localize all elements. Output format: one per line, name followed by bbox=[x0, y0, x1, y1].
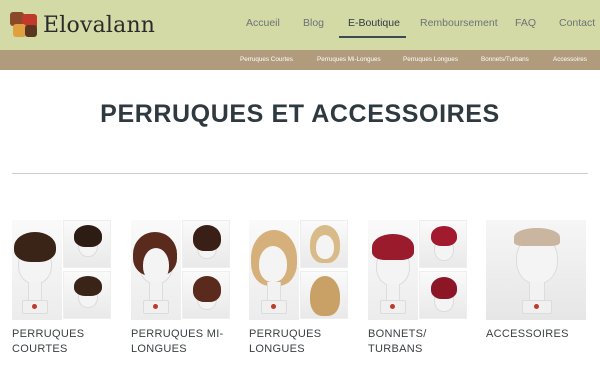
divider bbox=[12, 173, 588, 174]
main-nav: Accueil Blog E-Boutique Remboursement FA… bbox=[232, 0, 600, 50]
subnav-item-perruques-courtes[interactable]: Perruques Courtes bbox=[240, 56, 293, 63]
category-image-perruques-longues[interactable] bbox=[249, 220, 349, 320]
category-image-bonnets-turbans[interactable] bbox=[368, 220, 468, 320]
category-bonnets-turbans[interactable]: BONNETS/ TURBANS bbox=[368, 220, 470, 355]
subnav-item-accessoires[interactable]: Accessoires bbox=[553, 56, 587, 63]
nav-item-e-boutique[interactable]: E-Boutique bbox=[348, 17, 400, 29]
category-label[interactable]: PERRUQUES COURTES bbox=[12, 327, 122, 357]
category-image-perruques-mi-longues[interactable] bbox=[131, 220, 231, 320]
brand-name: Elovalann bbox=[43, 12, 156, 38]
nav-item-contact[interactable]: Contact bbox=[559, 17, 595, 29]
category-image-accessoires[interactable] bbox=[486, 220, 586, 320]
active-nav-underline bbox=[339, 36, 406, 38]
category-perruques-courtes[interactable]: PERRUQUES COURTES bbox=[12, 220, 114, 355]
category-label[interactable]: BONNETS/ TURBANS bbox=[368, 327, 478, 357]
category-image-perruques-courtes[interactable] bbox=[12, 220, 112, 320]
subnav-item-bonnets-turbans[interactable]: Bonnets/Turbans bbox=[481, 56, 529, 63]
category-label[interactable]: PERRUQUES LONGUES bbox=[249, 327, 359, 357]
category-label[interactable]: ACCESSOIRES bbox=[486, 327, 596, 342]
subnav-item-perruques-mi-longues[interactable]: Perruques Mi-Longues bbox=[317, 56, 381, 63]
nav-item-blog[interactable]: Blog bbox=[303, 17, 324, 29]
logo-mark-icon bbox=[10, 11, 40, 39]
nav-item-remboursement[interactable]: Remboursement bbox=[420, 17, 498, 29]
category-accessoires[interactable]: ACCESSOIRES bbox=[486, 220, 588, 340]
nav-item-accueil[interactable]: Accueil bbox=[246, 17, 280, 29]
category-perruques-mi-longues[interactable]: PERRUQUES MI- LONGUES bbox=[131, 220, 233, 355]
category-label[interactable]: PERRUQUES MI- LONGUES bbox=[131, 327, 241, 357]
page-title: PERRUQUES ET ACCESSOIRES bbox=[100, 100, 500, 128]
site-header: Elovalann Accueil Blog E-Boutique Rembou… bbox=[0, 0, 600, 50]
subnav-item-perruques-longues[interactable]: Perruques Longues bbox=[403, 56, 458, 63]
nav-item-faq[interactable]: FAQ bbox=[515, 17, 536, 29]
sub-nav: Perruques Courtes Perruques Mi-Longues P… bbox=[0, 50, 600, 70]
category-perruques-longues[interactable]: PERRUQUES LONGUES bbox=[249, 220, 351, 355]
logo[interactable]: Elovalann bbox=[10, 10, 155, 40]
